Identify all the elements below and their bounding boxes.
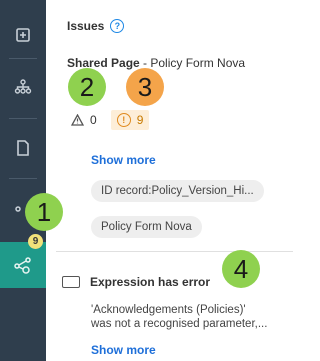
- errors-filter[interactable]: ! 9: [110, 110, 150, 130]
- warnings-filter[interactable]: 0: [67, 111, 101, 129]
- issues-button[interactable]: [0, 242, 46, 288]
- sidebar-divider: [9, 118, 37, 119]
- issues-icon: [14, 257, 31, 274]
- issue-show-more-link[interactable]: Show more: [91, 343, 156, 357]
- hierarchy-button[interactable]: [0, 64, 46, 110]
- issue-description-line: was not a recognised parameter,...: [91, 318, 268, 330]
- shared-page-name: - Policy Form Nova: [139, 56, 246, 70]
- panel-header: Issues ?: [67, 19, 125, 33]
- policy-form-chip[interactable]: Policy Form Nova: [91, 216, 202, 238]
- shared-page-label: Shared Page - Policy Form Nova: [67, 56, 245, 70]
- issue-title: Expression has error: [90, 275, 211, 289]
- issue-description-line: 'Acknowledgements (Policies)': [91, 304, 246, 316]
- sidebar-divider: [9, 58, 37, 59]
- issue-description: 'Acknowledgements (Policies)' was not a …: [91, 303, 291, 331]
- warning-icon: [71, 114, 84, 126]
- errors-count: 9: [136, 113, 144, 127]
- page-button[interactable]: [0, 125, 46, 171]
- add-panel-button[interactable]: [0, 12, 46, 58]
- warnings-count: 0: [90, 113, 97, 127]
- id-record-chip[interactable]: ID record:Policy_Version_Hi...: [91, 180, 264, 202]
- show-more-link[interactable]: Show more: [91, 153, 156, 167]
- issue-header[interactable]: Expression has error: [62, 275, 210, 289]
- section-divider: [56, 251, 293, 252]
- callout-1: 1: [25, 193, 63, 231]
- callout-2: 2: [68, 68, 106, 106]
- panel-title: Issues: [67, 19, 105, 33]
- issues-count-badge: 9: [28, 234, 43, 249]
- shared-page-prefix: Shared Page: [67, 56, 140, 70]
- hierarchy-icon: [14, 79, 32, 94]
- expression-icon: [62, 276, 80, 288]
- add-square-icon: [16, 28, 30, 42]
- issue-counts: 0 ! 9: [67, 110, 150, 130]
- sidebar: 9: [0, 0, 46, 361]
- help-icon[interactable]: ?: [110, 19, 125, 33]
- callout-4: 4: [222, 250, 260, 288]
- callout-3: 3: [126, 68, 164, 106]
- issues-panel: Issues ? Shared Page - Policy Form Nova …: [46, 0, 293, 361]
- error-icon: !: [116, 113, 131, 127]
- sidebar-divider: [9, 178, 37, 179]
- page-icon: [17, 140, 29, 156]
